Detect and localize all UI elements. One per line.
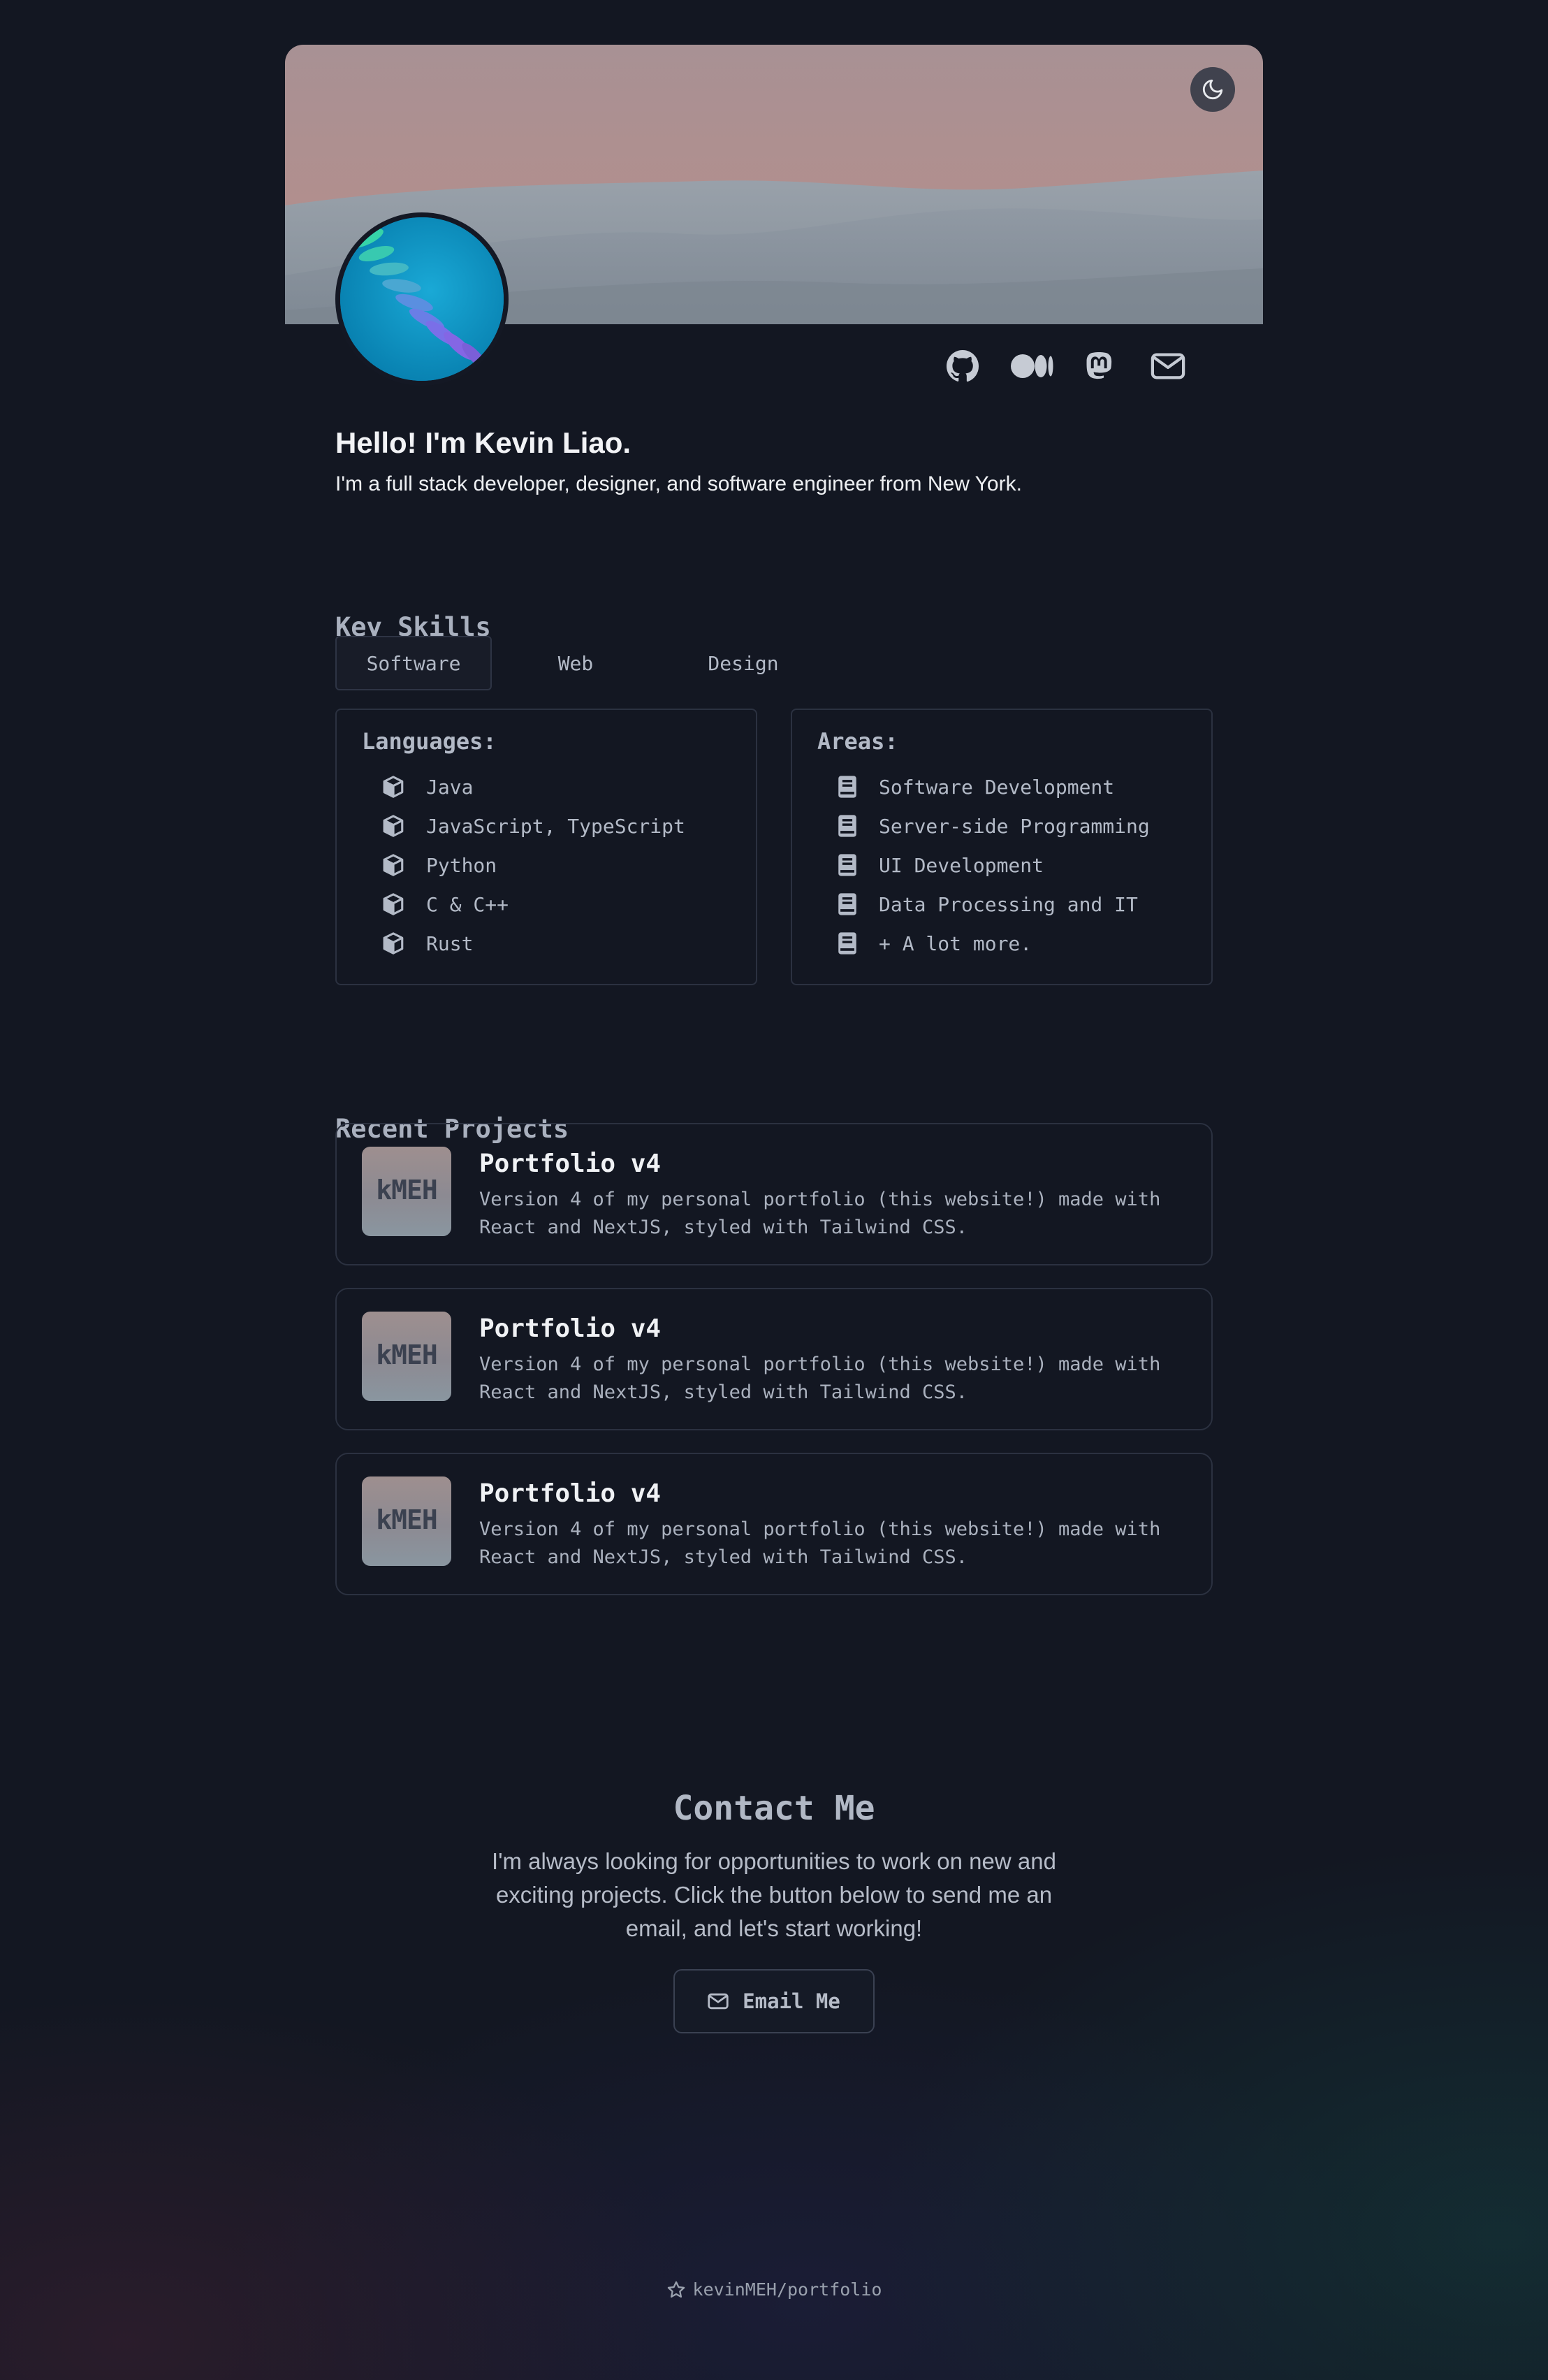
list-item: Rust (362, 924, 731, 963)
cube-icon (383, 893, 404, 915)
email-me-label: Email Me (743, 1989, 840, 2013)
github-link[interactable] (942, 345, 984, 387)
cube-icon (383, 854, 404, 876)
book-icon (838, 893, 856, 915)
email-link[interactable] (1147, 345, 1189, 387)
language-label: C & C++ (426, 892, 509, 916)
medium-icon (1011, 354, 1053, 378)
list-item: Server-side Programming (817, 806, 1186, 846)
email-me-button[interactable]: Email Me (673, 1969, 875, 2033)
list-item: JavaScript, TypeScript (362, 806, 731, 846)
tab-web[interactable]: Web (492, 636, 659, 690)
project-description: Version 4 of my personal portfolio (this… (479, 1354, 1161, 1403)
cube-icon (383, 776, 404, 798)
project-title: Portfolio v4 (479, 1314, 662, 1343)
project-thumbnail-text: kMEH (376, 1175, 438, 1205)
languages-heading: Languages: (362, 728, 497, 755)
list-item: C & C++ (362, 885, 731, 924)
language-label: Java (426, 775, 474, 799)
languages-list: Java JavaScript, TypeScript Python C & C… (362, 767, 731, 963)
project-title: Portfolio v4 (479, 1479, 662, 1508)
list-item: Data Processing and IT (817, 885, 1186, 924)
mastodon-icon (1086, 351, 1112, 379)
areas-card: Areas: Software Development Server-side … (791, 709, 1213, 985)
contact-heading: Contact Me (673, 1789, 875, 1828)
repo-link[interactable]: kevinMEH/portfolio (0, 2279, 1548, 2300)
cube-icon (383, 932, 404, 955)
star-icon (667, 2281, 685, 2298)
area-label: Software Development (879, 775, 1115, 799)
mail-icon (708, 1993, 729, 2010)
cube-icon (383, 815, 404, 837)
book-icon (838, 776, 856, 798)
intro-subtitle: I'm a full stack developer, designer, an… (335, 472, 1022, 495)
mail-icon (1151, 353, 1185, 379)
area-label: Data Processing and IT (879, 892, 1138, 916)
project-thumbnail: kMEH (362, 1312, 451, 1401)
project-thumbnail: kMEH (362, 1147, 451, 1236)
project-thumbnail-text: kMEH (376, 1340, 438, 1370)
avatar (335, 212, 509, 386)
language-label: Rust (426, 931, 474, 955)
project-title: Portfolio v4 (479, 1149, 662, 1178)
repo-label: kevinMEH/portfolio (692, 2279, 882, 2300)
social-links (942, 345, 1189, 387)
intro-title: Hello! I'm Kevin Liao. (335, 426, 631, 459)
list-item: + A lot more. (817, 924, 1186, 963)
book-icon (838, 815, 856, 837)
skill-tabs: Software Web Design (335, 636, 827, 690)
project-card[interactable]: kMEH Portfolio v4 Version 4 of my person… (335, 1288, 1213, 1430)
area-label: Server-side Programming (879, 814, 1150, 838)
book-icon (838, 854, 856, 876)
project-card[interactable]: kMEH Portfolio v4 Version 4 of my person… (335, 1123, 1213, 1265)
project-description: Version 4 of my personal portfolio (this… (479, 1189, 1161, 1238)
language-label: JavaScript, TypeScript (426, 814, 685, 838)
medium-link[interactable] (1009, 345, 1056, 387)
area-label: + A lot more. (879, 931, 1032, 955)
project-description: Version 4 of my personal portfolio (this… (479, 1518, 1161, 1568)
list-item: UI Development (817, 846, 1186, 885)
theme-toggle-button[interactable] (1190, 67, 1235, 112)
area-label: UI Development (879, 853, 1044, 877)
tab-design[interactable]: Design (659, 636, 827, 690)
areas-heading: Areas: (817, 728, 898, 755)
tab-software[interactable]: Software (335, 636, 492, 690)
mastodon-link[interactable] (1079, 345, 1120, 387)
project-thumbnail-text: kMEH (376, 1504, 438, 1535)
list-item: Python (362, 846, 731, 885)
list-item: Software Development (817, 767, 1186, 806)
moon-icon (1202, 79, 1223, 100)
book-icon (838, 932, 856, 955)
project-card[interactable]: kMEH Portfolio v4 Version 4 of my person… (335, 1453, 1213, 1595)
areas-list: Software Development Server-side Program… (817, 767, 1186, 963)
profile-container: Hello! I'm Kevin Liao. I'm a full stack … (285, 45, 1263, 1144)
list-item: Java (362, 767, 731, 806)
github-icon (947, 350, 979, 382)
project-thumbnail: kMEH (362, 1476, 451, 1566)
contact-text: I'm always looking for opportunities to … (492, 1848, 1056, 1941)
language-label: Python (426, 853, 497, 877)
languages-card: Languages: Java JavaScript, TypeScript P… (335, 709, 757, 985)
